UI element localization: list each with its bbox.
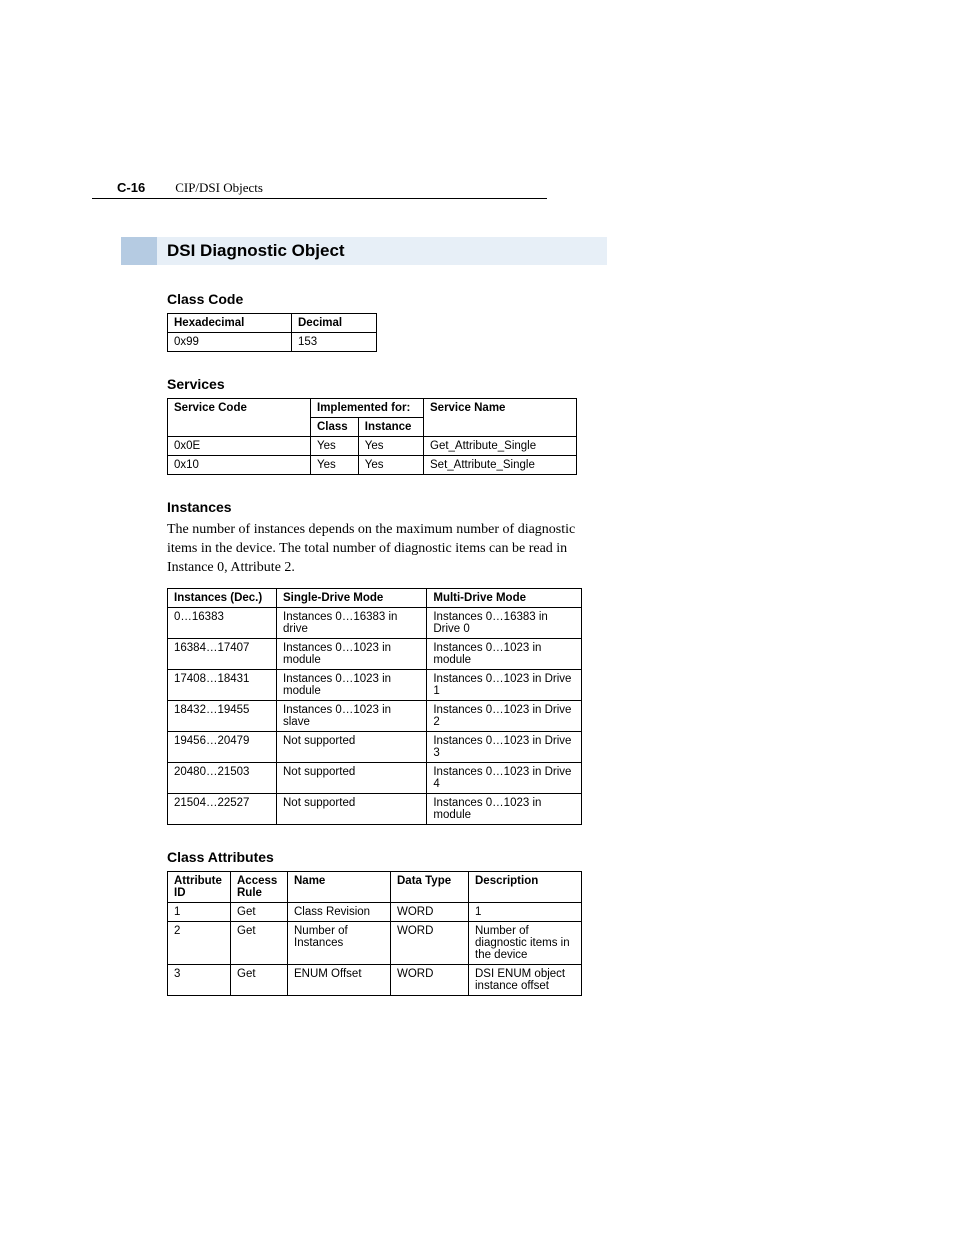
classattr-col-type: Data Type bbox=[391, 871, 469, 902]
table-row: 20480…21503 Not supported Instances 0…10… bbox=[168, 762, 582, 793]
classattr-heading: Class Attributes bbox=[167, 849, 597, 865]
instances-col-multi: Multi-Drive Mode bbox=[427, 588, 582, 607]
table-row: 19456…20479 Not supported Instances 0…10… bbox=[168, 731, 582, 762]
services-col-impl: Implemented for: bbox=[311, 399, 424, 418]
table-row: 0…16383 Instances 0…16383 in drive Insta… bbox=[168, 607, 582, 638]
services-col-code: Service Code bbox=[168, 399, 311, 437]
instances-col-dec: Instances (Dec.) bbox=[168, 588, 277, 607]
page-number: C-16 bbox=[117, 180, 145, 195]
table-row: 3 Get ENUM Offset WORD DSI ENUM object i… bbox=[168, 964, 582, 995]
instances-heading: Instances bbox=[167, 499, 597, 515]
classcode-col-dec: Decimal bbox=[292, 314, 377, 333]
services-col-instance: Instance bbox=[358, 418, 423, 437]
services-col-name: Service Name bbox=[424, 399, 577, 437]
classcode-col-hex: Hexadecimal bbox=[168, 314, 292, 333]
classattr-col-desc: Description bbox=[469, 871, 582, 902]
classattr-col-name: Name bbox=[288, 871, 391, 902]
classcode-heading: Class Code bbox=[167, 291, 597, 307]
section-heading: DSI Diagnostic Object bbox=[121, 237, 607, 265]
table-row: 0x0E Yes Yes Get_Attribute_Single bbox=[168, 437, 577, 456]
services-code: 0x10 bbox=[168, 456, 311, 475]
services-instance: Yes bbox=[358, 437, 423, 456]
chapter-title: CIP/DSI Objects bbox=[175, 180, 263, 196]
table-row: 0x10 Yes Yes Set_Attribute_Single bbox=[168, 456, 577, 475]
table-row: 16384…17407 Instances 0…1023 in module I… bbox=[168, 638, 582, 669]
classcode-hex: 0x99 bbox=[168, 333, 292, 352]
services-class: Yes bbox=[311, 456, 359, 475]
services-class: Yes bbox=[311, 437, 359, 456]
instances-col-single: Single-Drive Mode bbox=[277, 588, 427, 607]
classcode-dec: 153 bbox=[292, 333, 377, 352]
instances-table: Instances (Dec.) Single-Drive Mode Multi… bbox=[167, 588, 582, 825]
table-row: 21504…22527 Not supported Instances 0…10… bbox=[168, 793, 582, 824]
services-instance: Yes bbox=[358, 456, 423, 475]
classattr-col-rule: Access Rule bbox=[231, 871, 288, 902]
services-col-class: Class bbox=[311, 418, 359, 437]
classattr-col-id: Attribute ID bbox=[168, 871, 231, 902]
table-row: 17408…18431 Instances 0…1023 in module I… bbox=[168, 669, 582, 700]
classcode-table: Hexadecimal Decimal 0x99 153 bbox=[167, 313, 377, 352]
table-row: 2 Get Number of Instances WORD Number of… bbox=[168, 921, 582, 964]
table-row: 18432…19455 Instances 0…1023 in slave In… bbox=[168, 700, 582, 731]
services-code: 0x0E bbox=[168, 437, 311, 456]
table-row: 1 Get Class Revision WORD 1 bbox=[168, 902, 582, 921]
classattr-table: Attribute ID Access Rule Name Data Type … bbox=[167, 871, 582, 996]
services-table: Service Code Implemented for: Service Na… bbox=[167, 398, 577, 475]
page-header: C-16 CIP/DSI Objects bbox=[92, 180, 547, 199]
instances-body: The number of instances depends on the m… bbox=[167, 521, 597, 578]
services-heading: Services bbox=[167, 376, 597, 392]
services-name: Set_Attribute_Single bbox=[424, 456, 577, 475]
services-name: Get_Attribute_Single bbox=[424, 437, 577, 456]
